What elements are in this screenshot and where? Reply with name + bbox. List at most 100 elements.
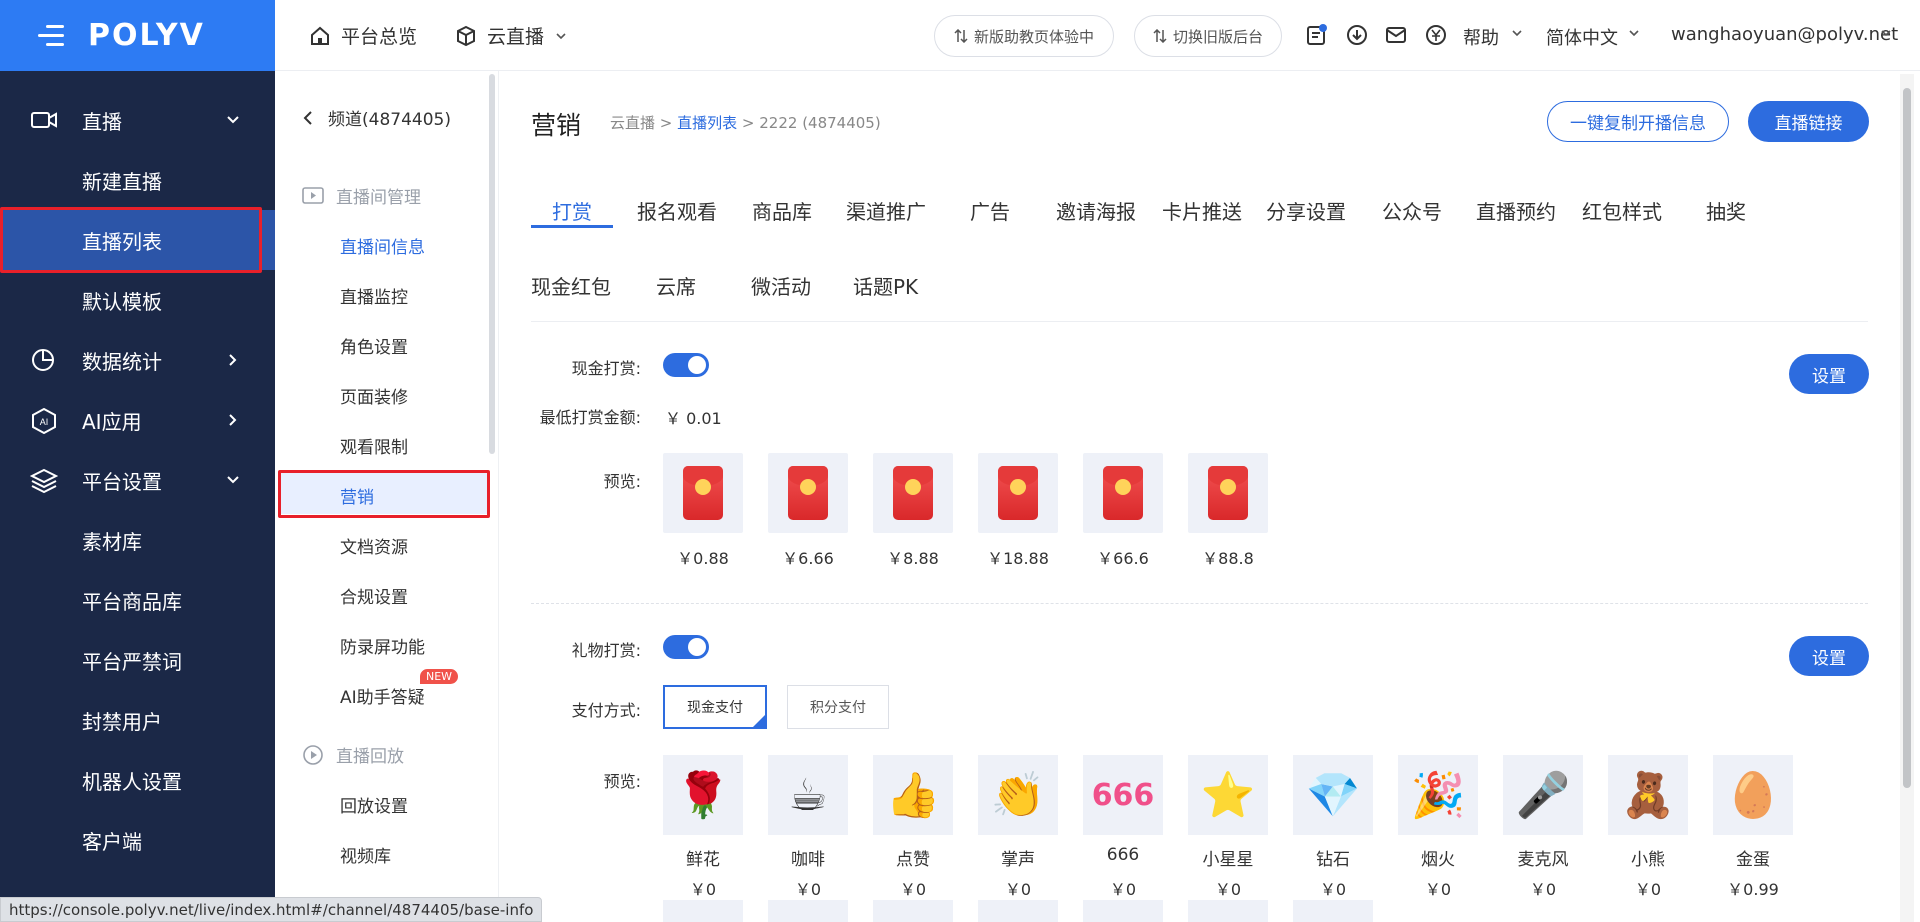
gift-card: 👏 bbox=[978, 755, 1058, 835]
gift-reward-settings-button[interactable]: 设置 bbox=[1789, 636, 1869, 676]
pay-cash-option[interactable]: 现金支付 bbox=[663, 685, 767, 729]
menu-toggle-icon[interactable] bbox=[38, 25, 64, 46]
tab-signup[interactable]: 报名观看 bbox=[637, 196, 717, 225]
channel-back-link[interactable]: 频道(4874405) bbox=[302, 105, 451, 130]
download-icon[interactable] bbox=[1346, 24, 1368, 46]
chevron-down-icon bbox=[225, 472, 241, 488]
sidebar-item-statistics[interactable]: 数据统计 bbox=[0, 330, 275, 390]
sub-nav-video-library[interactable]: 视频库 bbox=[340, 842, 391, 867]
breadcrumb-live-list[interactable]: 直播列表 bbox=[677, 114, 737, 132]
sidebar-item-label: 封禁用户 bbox=[82, 709, 162, 734]
switch-arrows-icon bbox=[1153, 29, 1167, 43]
sidebar-item-new-live[interactable]: 新建直播 bbox=[0, 150, 275, 210]
new-ui-trial-button[interactable]: 新版助教页体验中 bbox=[934, 15, 1114, 57]
tab-invite-poster[interactable]: 邀请海报 bbox=[1056, 196, 1136, 225]
tab-topic-pk[interactable]: 话题PK bbox=[853, 271, 918, 300]
switch-old-ui-button[interactable]: 切换旧版后台 bbox=[1134, 15, 1282, 57]
live-link-button[interactable]: 直播链接 bbox=[1748, 101, 1869, 142]
sub-nav-room-info[interactable]: 直播间信息 bbox=[340, 233, 425, 258]
gift-price: ￥0 bbox=[1109, 880, 1137, 899]
tab-lottery[interactable]: 抽奖 bbox=[1706, 196, 1746, 225]
tab-redpacket-style[interactable]: 红包样式 bbox=[1582, 196, 1662, 225]
sidebar-item-live[interactable]: 直播 bbox=[0, 90, 275, 150]
gift-name: 烟火 bbox=[1421, 850, 1455, 870]
sidebar-item-client[interactable]: 客户端 bbox=[0, 810, 275, 870]
new-badge: NEW bbox=[420, 669, 459, 684]
sub-nav-ai-assistant[interactable]: AI助手答疑 bbox=[340, 683, 425, 708]
currency-icon[interactable] bbox=[1425, 24, 1447, 46]
sidebar-item-materials[interactable]: 素材库 bbox=[0, 510, 275, 570]
chevron-down-icon bbox=[225, 112, 241, 128]
sub-nav-anti-record[interactable]: 防录屏功能 bbox=[340, 633, 425, 658]
notice-icon[interactable] bbox=[1306, 24, 1328, 46]
sidebar-item-robot-settings[interactable]: 机器人设置 bbox=[0, 750, 275, 810]
sidebar-item-banned-words[interactable]: 平台严禁词 bbox=[0, 630, 275, 690]
gift-card: 🥚 bbox=[1713, 755, 1793, 835]
page-title: 营销 bbox=[531, 111, 582, 140]
sidebar-item-default-template[interactable]: 默认模板 bbox=[0, 270, 275, 330]
tab-micro-activity[interactable]: 微活动 bbox=[751, 271, 811, 300]
sidebar-item-label: AI应用 bbox=[82, 409, 142, 434]
sidebar-item-ai[interactable]: AI AI应用 bbox=[0, 390, 275, 450]
gift-card bbox=[978, 900, 1058, 922]
sub-nav-docs[interactable]: 文档资源 bbox=[340, 533, 408, 558]
tab-products[interactable]: 商品库 bbox=[752, 196, 812, 225]
gift-name: 小星星 bbox=[1202, 850, 1254, 870]
sub-nav-compliance[interactable]: 合规设置 bbox=[340, 583, 408, 608]
mail-icon[interactable] bbox=[1385, 24, 1407, 46]
main-scrollbar[interactable] bbox=[1900, 74, 1914, 922]
monitor-play-icon bbox=[302, 186, 324, 206]
sidebar-item-banned-users[interactable]: 封禁用户 bbox=[0, 690, 275, 750]
tab-reward[interactable]: 打赏 bbox=[552, 196, 592, 225]
sub-nav-playback-settings[interactable]: 回放设置 bbox=[340, 792, 408, 817]
tab-channel-promo[interactable]: 渠道推广 bbox=[846, 196, 926, 225]
gift-name: 小熊 bbox=[1631, 850, 1665, 870]
logo-bar: POLYV bbox=[0, 0, 275, 71]
gift-card: 🎉 bbox=[1398, 755, 1478, 835]
red-envelope-icon bbox=[998, 466, 1038, 520]
language-menu[interactable]: 简体中文 bbox=[1546, 24, 1618, 50]
cash-reward-toggle[interactable] bbox=[663, 353, 709, 377]
redpacket-preview-card bbox=[978, 453, 1058, 533]
tab-cash-redpacket[interactable]: 现金红包 bbox=[531, 271, 611, 300]
group-label: 直播间管理 bbox=[336, 188, 421, 208]
sub-nav-monitor[interactable]: 直播监控 bbox=[340, 283, 408, 308]
gift-card: 666 bbox=[1083, 755, 1163, 835]
polyv-logo[interactable]: POLYV bbox=[88, 18, 205, 53]
sidebar-item-platform-goods[interactable]: 平台商品库 bbox=[0, 570, 275, 630]
min-amount-value: ￥ 0.01 bbox=[665, 409, 722, 428]
tab-reservation[interactable]: 直播预约 bbox=[1476, 196, 1556, 225]
sub-nav-scrollbar[interactable] bbox=[489, 74, 495, 454]
product-switcher[interactable]: 云直播 bbox=[455, 22, 568, 49]
red-envelope-icon bbox=[1208, 466, 1248, 520]
tab-ads[interactable]: 广告 bbox=[970, 196, 1010, 225]
main-scrollbar-thumb[interactable] bbox=[1903, 88, 1911, 788]
sidebar-item-platform-settings[interactable]: 平台设置 bbox=[0, 450, 275, 510]
pay-points-option[interactable]: 积分支付 bbox=[787, 685, 889, 729]
sub-nav-roles[interactable]: 角色设置 bbox=[340, 333, 408, 358]
sub-nav-decoration[interactable]: 页面装修 bbox=[340, 383, 408, 408]
cash-reward-settings-button[interactable]: 设置 bbox=[1789, 354, 1869, 394]
gift-price: ￥0.99 bbox=[1727, 880, 1779, 899]
sidebar-item-label: 直播 bbox=[82, 109, 122, 134]
section-divider bbox=[531, 603, 1868, 604]
platform-overview-link[interactable]: 平台总览 bbox=[309, 22, 417, 49]
gift-reward-toggle[interactable] bbox=[663, 635, 709, 659]
sidebar-item-label: 素材库 bbox=[82, 529, 142, 554]
account-menu[interactable]: wanghaoyuan@polyv.net bbox=[1671, 24, 1898, 45]
tab-share[interactable]: 分享设置 bbox=[1266, 196, 1346, 225]
tab-cloud-seat[interactable]: 云席 bbox=[656, 271, 696, 300]
help-menu[interactable]: 帮助 bbox=[1463, 24, 1499, 50]
tab-card-push[interactable]: 卡片推送 bbox=[1162, 196, 1242, 225]
gift-price: ￥0 bbox=[689, 880, 717, 899]
red-envelope-icon bbox=[683, 466, 723, 520]
gift-card bbox=[1188, 900, 1268, 922]
sub-nav-watch-limit[interactable]: 观看限制 bbox=[340, 433, 408, 458]
gift-icon: 🥚 bbox=[1725, 770, 1781, 821]
tab-official-account[interactable]: 公众号 bbox=[1382, 196, 1442, 225]
gift-card bbox=[1083, 900, 1163, 922]
gift-card: 🧸 bbox=[1608, 755, 1688, 835]
copy-live-info-button[interactable]: 一键复制开播信息 bbox=[1547, 101, 1729, 142]
chevron-down-icon bbox=[1627, 26, 1649, 48]
breadcrumb-root[interactable]: 云直播 bbox=[610, 114, 655, 132]
